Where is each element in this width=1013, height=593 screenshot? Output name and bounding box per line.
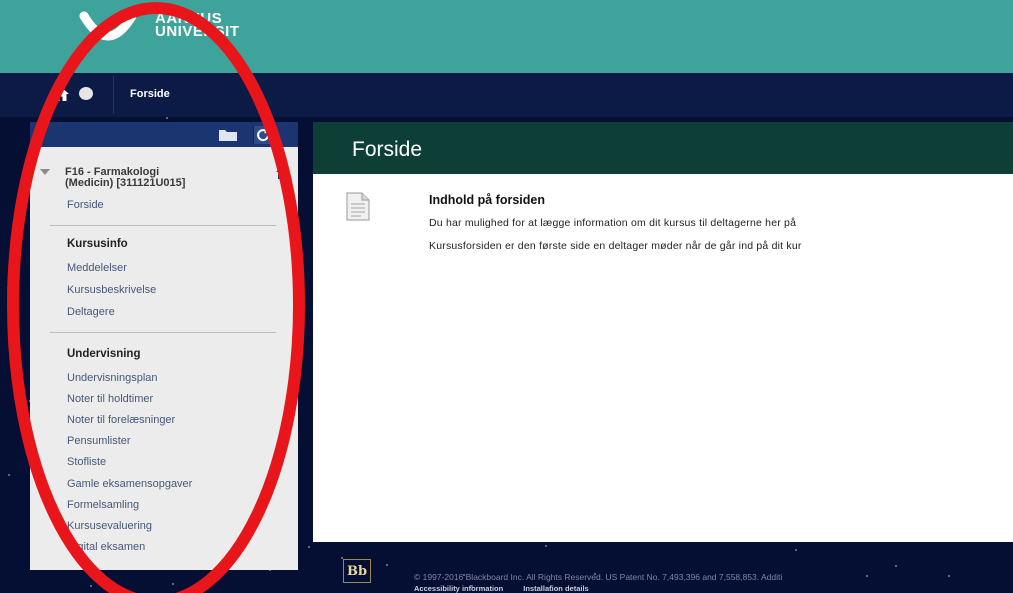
sidebar-item-kursusbeskrivelse[interactable]: Kursusbeskrivelse xyxy=(67,284,156,296)
circle-icon[interactable] xyxy=(79,87,93,100)
star xyxy=(24,190,26,192)
footer-copyright: © 1997-2016 Blackboard Inc. All Rights R… xyxy=(414,572,783,582)
sidebar-item-noter-til-holdtimer[interactable]: Noter til holdtimer xyxy=(67,393,153,405)
sidebar-heading-undervisning: Undervisning xyxy=(67,348,141,360)
document-icon xyxy=(346,192,370,221)
content-block-title[interactable]: Indhold på forsiden xyxy=(429,193,545,207)
nav-divider xyxy=(113,76,114,114)
footer-link-installation[interactable]: Installation details xyxy=(523,584,588,593)
footer-links: Accessibility information Installation d… xyxy=(414,584,607,593)
sidebar-heading-kursusinfo: Kursusinfo xyxy=(67,238,128,250)
sidebar-item-gamle-eksamensopgaver[interactable]: Gamle eksamensopgaver xyxy=(67,478,192,490)
sidebar-item-digital-eksamen[interactable]: Digital eksamen xyxy=(67,541,145,553)
star xyxy=(7,287,9,289)
star xyxy=(866,575,868,577)
content-text-line-2: Kursusforsiden er den første side en del… xyxy=(429,240,802,252)
star xyxy=(895,565,897,567)
course-menu-toolbar xyxy=(30,122,298,147)
sidebar-item-noter-til-forelaesninger[interactable]: Noter til forelæsninger xyxy=(67,414,175,426)
star xyxy=(795,549,797,551)
chevron-down-icon[interactable] xyxy=(40,169,50,175)
star xyxy=(948,575,950,577)
folder-icon[interactable] xyxy=(218,128,238,142)
footer-link-accessibility[interactable]: Accessibility information xyxy=(414,584,503,593)
star xyxy=(8,474,10,476)
star xyxy=(172,583,174,585)
star xyxy=(308,546,310,548)
sidebar-divider xyxy=(50,332,276,333)
breadcrumb-forside[interactable]: Forside xyxy=(130,88,170,100)
course-title[interactable]: F16 - Farmakologi (Medicin) [311121U015] xyxy=(65,167,255,189)
home-icon[interactable] xyxy=(52,86,70,102)
sidebar-item-meddelelser[interactable]: Meddelelser xyxy=(67,262,127,274)
refresh-icon[interactable] xyxy=(253,126,272,144)
course-menu: F16 - Farmakologi (Medicin) [311121U015]… xyxy=(30,122,298,570)
star xyxy=(545,545,547,547)
content-text-line-1: Du har mulighed for at lægge information… xyxy=(429,217,797,229)
university-logo-icon[interactable] xyxy=(78,10,138,50)
sidebar-item-pensumlister[interactable]: Pensumlister xyxy=(67,435,131,447)
course-home-icon[interactable] xyxy=(276,166,290,179)
site-header xyxy=(0,0,1013,73)
blackboard-logo[interactable]: Bb xyxy=(343,559,371,583)
page-title: Forside xyxy=(352,138,423,161)
university-logo-text[interactable]: AARHUS UNIVERSIT xyxy=(155,11,240,40)
logo-line-2: UNIVERSIT xyxy=(155,23,240,40)
sidebar-item-undervisningsplan[interactable]: Undervisningsplan xyxy=(67,372,158,384)
sidebar-item-stofliste[interactable]: Stofliste xyxy=(67,456,106,468)
star xyxy=(166,117,168,119)
star xyxy=(386,564,388,566)
content-area xyxy=(313,174,1013,542)
sidebar-item-formelsamling[interactable]: Formelsamling xyxy=(67,499,139,511)
star xyxy=(90,585,92,587)
sidebar-item-forside[interactable]: Forside xyxy=(67,199,104,211)
course-title-line-2: (Medicin) [311121U015] xyxy=(65,177,186,189)
sidebar-item-kursusevaluering[interactable]: Kursusevaluering xyxy=(67,520,152,532)
sidebar-divider xyxy=(50,225,276,226)
sidebar-item-deltagere[interactable]: Deltagere xyxy=(67,306,115,318)
